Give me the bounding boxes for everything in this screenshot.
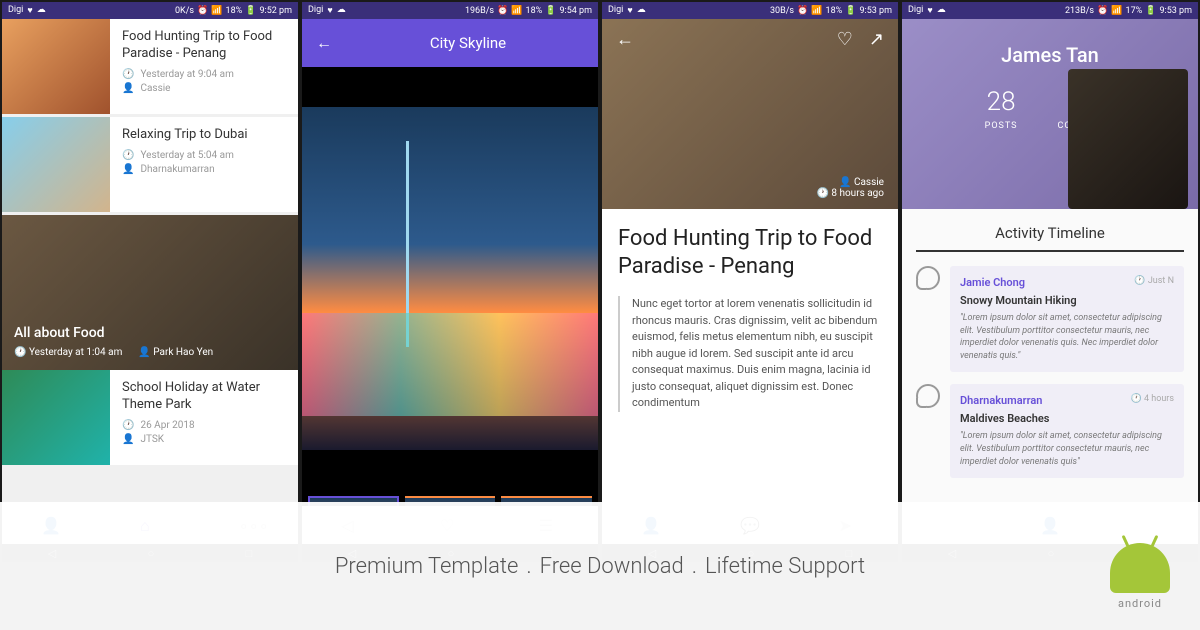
feed-card[interactable]: Food Hunting Trip to Food Paradise - Pen… [2, 19, 298, 114]
promo-footer: Premium Template . Free Download . Lifet… [0, 502, 1200, 630]
article-text: Nunc eget tortor at lorem venenatis soll… [618, 296, 882, 412]
user-icon: 👤 [122, 83, 134, 94]
status-bar: Digi♥☁ 0K/s⏰📶18%🔋9:52 pm [2, 2, 298, 19]
status-bar: Digi♥☁ 213B/s⏰📶17%🔋9:53 pm [902, 2, 1198, 19]
clock-icon: 🕐 [122, 150, 134, 161]
clock-icon: 🕐 [122, 69, 134, 80]
clock-icon: 🕐 [816, 188, 828, 199]
clock-icon: 🕐 [14, 347, 26, 358]
posts-stat[interactable]: 28 POSTS [985, 87, 1018, 131]
card-title: Relaxing Trip to Dubai [122, 127, 286, 144]
thumbnail [2, 117, 110, 212]
gallery-title: City Skyline [352, 34, 584, 52]
screen-article: Digi♥☁ 30B/s⏰📶18%🔋9:53 pm ← ♡ ↗ 👤 Cassie… [602, 2, 898, 562]
clock-icon: 🕐 [1134, 276, 1145, 286]
wifi-icon: 📶 [211, 6, 222, 16]
globe-icon: ☁ [37, 5, 46, 16]
clock-icon: 🕐 [122, 420, 134, 431]
back-arrow-icon[interactable]: ← [616, 29, 634, 50]
comment-icon [916, 266, 940, 290]
feed-card[interactable]: School Holiday at Water Theme Park 🕐26 A… [2, 370, 298, 465]
article-hero: ← ♡ ↗ 👤 Cassie 🕐 8 hours ago [602, 19, 898, 209]
hero-title: All about Food [14, 325, 286, 341]
card-title: School Holiday at Water Theme Park [122, 380, 286, 414]
back-arrow-icon[interactable]: ← [316, 33, 332, 53]
thumbnail [2, 370, 110, 465]
avatar[interactable] [1068, 69, 1188, 209]
profile-name: James Tan [1001, 43, 1099, 67]
gallery-header: ← City Skyline [302, 19, 598, 67]
screen-feed: Digi♥☁ 0K/s⏰📶18%🔋9:52 pm Food Hunting Tr… [2, 2, 298, 562]
battery-icon: 🔋 [245, 6, 256, 16]
user-icon: 👤 [138, 347, 150, 358]
alarm-icon: ⏰ [197, 6, 208, 16]
status-bar: Digi♥☁ 30B/s⏰📶18%🔋9:53 pm [602, 2, 898, 19]
article-title: Food Hunting Trip to Food Paradise - Pen… [618, 225, 882, 280]
heart-icon[interactable]: ♡ [837, 29, 853, 50]
clock-icon: 🕐 [1131, 394, 1142, 404]
timeline-item[interactable]: Dharnakumarran🕐 4 hours Maldives Beaches… [916, 384, 1184, 478]
screen-profile: Digi♥☁ 213B/s⏰📶17%🔋9:53 pm James Tan 28 … [902, 2, 1198, 562]
timeline-item[interactable]: Jamie Chong🕐 Just N Snowy Mountain Hikin… [916, 266, 1184, 372]
screen-gallery: Digi♥☁ 196B/s⏰📶18%🔋9:54 pm ← City Skylin… [302, 2, 598, 562]
share-icon[interactable]: ↗ [869, 29, 884, 50]
feed-hero-card[interactable]: All about Food 🕐 Yesterday at 1:04 am 👤 … [2, 215, 298, 370]
status-bar: Digi♥☁ 196B/s⏰📶18%🔋9:54 pm [302, 2, 598, 19]
heart-icon: ♥ [27, 5, 32, 16]
user-icon: 👤 [839, 177, 851, 188]
android-logo: android [1110, 543, 1170, 610]
timeline-header: Activity Timeline [916, 224, 1184, 252]
user-icon: 👤 [122, 164, 134, 175]
thumbnail [2, 19, 110, 114]
main-image[interactable] [302, 107, 598, 450]
comment-icon [916, 384, 940, 408]
user-icon: 👤 [122, 434, 134, 445]
feed-card[interactable]: Relaxing Trip to Dubai 🕐Yesterday at 5:0… [2, 117, 298, 212]
card-title: Food Hunting Trip to Food Paradise - Pen… [122, 29, 286, 63]
profile-hero: James Tan 28 POSTS 98 COMMENTS [902, 19, 1198, 209]
